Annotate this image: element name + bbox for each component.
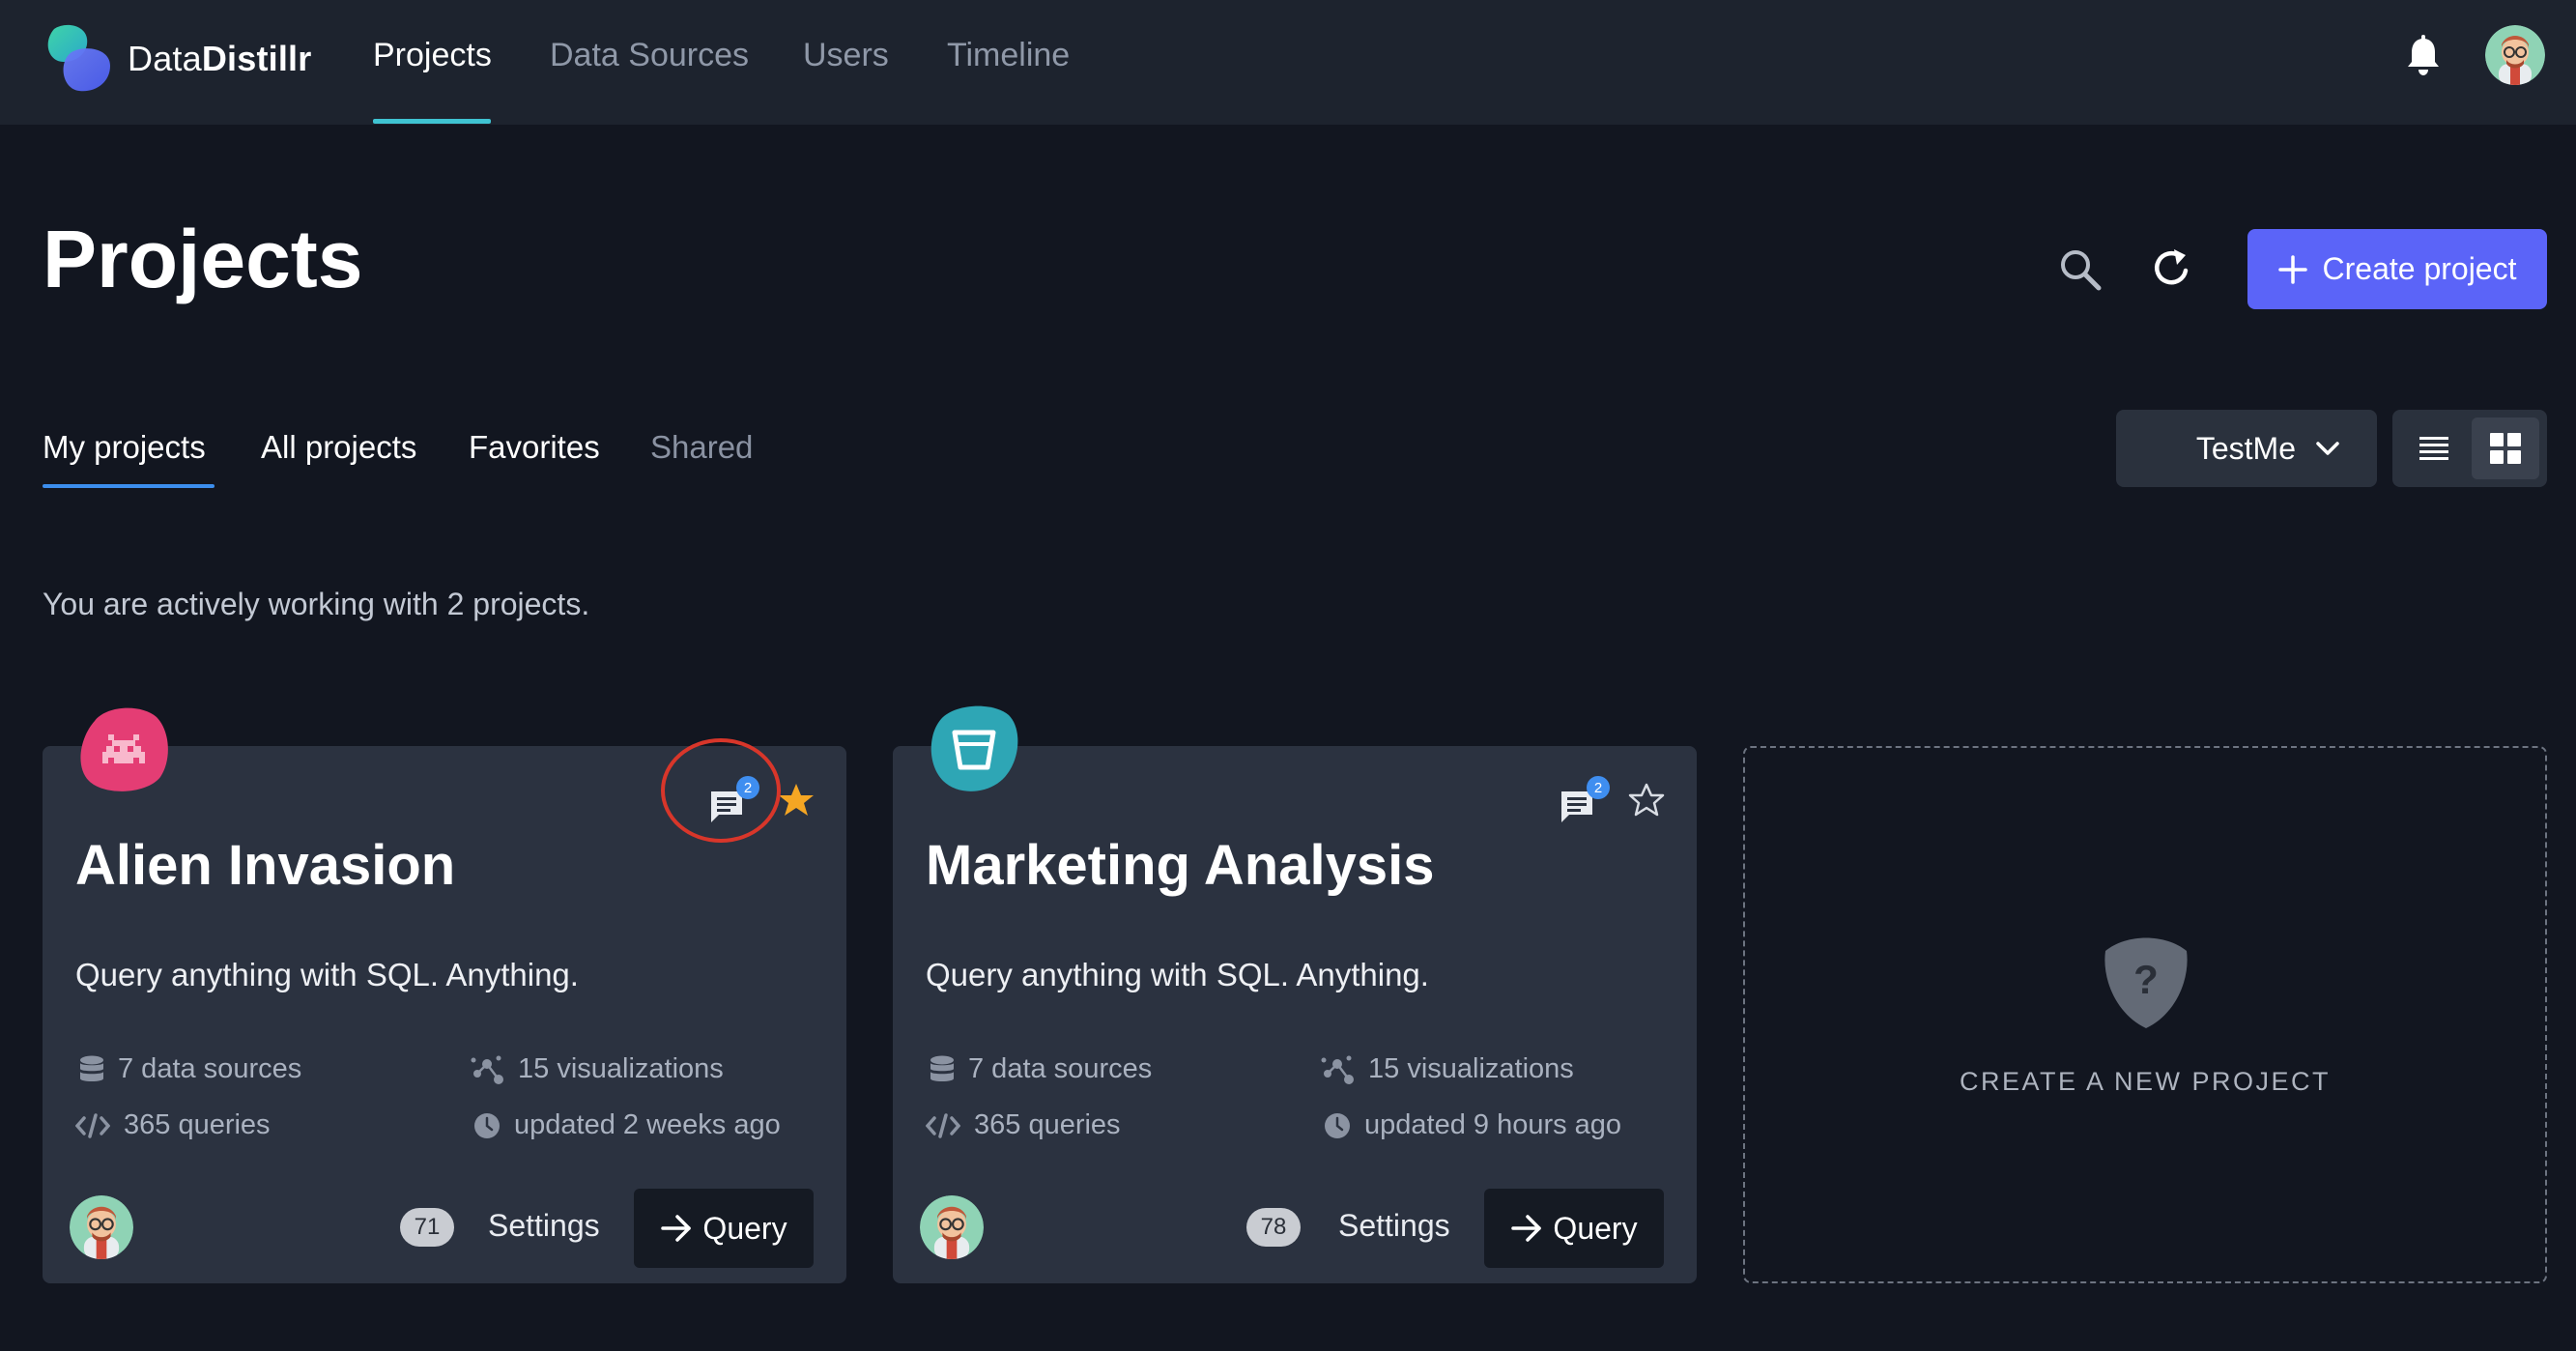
create-project-button[interactable]: Create project xyxy=(2247,229,2547,309)
tab-my-projects[interactable]: My projects xyxy=(43,429,206,466)
question-mark-icon: ? xyxy=(2098,932,2194,1032)
database-icon xyxy=(930,1055,954,1081)
count-badge: 71 xyxy=(400,1208,454,1247)
queries-stat: 365 queries xyxy=(926,1109,1121,1141)
comments-icon[interactable]: 2 xyxy=(707,776,759,826)
projects-summary: You are actively working with 2 projects… xyxy=(43,587,590,621)
queries-stat: 365 queries xyxy=(75,1109,271,1141)
tab-favorites[interactable]: Favorites xyxy=(469,429,600,466)
network-icon xyxy=(471,1055,503,1084)
workspace-select-value: TestMe xyxy=(2195,430,2296,466)
network-icon xyxy=(1321,1055,1354,1084)
nav-timeline[interactable]: Timeline xyxy=(947,37,1070,74)
tab-all-projects[interactable]: All projects xyxy=(261,429,416,466)
chevron-down-icon xyxy=(2316,442,2339,455)
data-sources-stat: 7 data sources xyxy=(930,1053,1152,1085)
updated-stat: updated 9 hours ago xyxy=(1324,1109,1621,1141)
query-button[interactable]: Query xyxy=(634,1189,814,1268)
workspace-select[interactable]: TestMe xyxy=(2116,410,2377,487)
settings-link[interactable]: Settings xyxy=(1338,1208,1450,1244)
brand-prefix: Data xyxy=(128,39,202,78)
arrow-right-icon xyxy=(1511,1215,1542,1242)
plus-icon xyxy=(2277,254,2307,284)
updated-text: updated 2 weeks ago xyxy=(514,1109,781,1140)
data-sources-text: 7 data sources xyxy=(968,1053,1153,1084)
query-button[interactable]: Query xyxy=(1484,1189,1664,1268)
nav-users[interactable]: Users xyxy=(803,37,889,74)
alien-icon xyxy=(75,700,172,796)
comments-icon[interactable]: 2 xyxy=(1558,776,1610,826)
visualizations-stat: 15 visualizations xyxy=(470,1053,724,1085)
code-icon xyxy=(75,1112,110,1138)
settings-link[interactable]: Settings xyxy=(488,1208,600,1244)
code-icon xyxy=(926,1112,960,1138)
data-sources-text: 7 data sources xyxy=(118,1053,302,1084)
project-card: 2 Alien Invasion Query anything with SQL… xyxy=(43,707,846,1283)
brand-bold: Distillr xyxy=(201,39,312,78)
query-button-label: Query xyxy=(1553,1210,1638,1246)
comments-count-badge: 2 xyxy=(1587,776,1610,799)
project-description: Query anything with SQL. Anything. xyxy=(926,957,1429,992)
data-sources-stat: 7 data sources xyxy=(79,1053,301,1085)
list-view-icon[interactable] xyxy=(2402,419,2466,477)
database-icon xyxy=(80,1055,103,1081)
query-button-label: Query xyxy=(702,1210,787,1246)
project-title[interactable]: Alien Invasion xyxy=(75,833,455,898)
page-title: Projects xyxy=(43,214,363,304)
project-card: 2 Marketing Analysis Query anything with… xyxy=(893,705,1697,1283)
refresh-icon[interactable] xyxy=(2151,245,2193,290)
arrow-right-icon xyxy=(661,1215,692,1242)
owner-avatar[interactable] xyxy=(920,1195,984,1259)
visualizations-stat: 15 visualizations xyxy=(1320,1053,1574,1085)
count-badge: 78 xyxy=(1246,1208,1301,1247)
visualizations-text: 15 visualizations xyxy=(1368,1053,1574,1084)
create-new-project-card[interactable]: ? CREATE A NEW PROJECT xyxy=(1743,746,2547,1283)
project-title[interactable]: Marketing Analysis xyxy=(926,833,1434,898)
tab-shared[interactable]: Shared xyxy=(650,429,753,466)
nav-data-sources[interactable]: Data Sources xyxy=(550,37,749,74)
updated-stat: updated 2 weeks ago xyxy=(473,1109,781,1141)
updated-text: updated 9 hours ago xyxy=(1364,1109,1622,1140)
top-navigation: DataDistillr Projects Data Sources Users… xyxy=(0,0,2576,125)
star-filled-icon[interactable] xyxy=(777,781,816,819)
view-toggle xyxy=(2392,410,2547,487)
grid-view-icon[interactable] xyxy=(2472,417,2539,479)
nav-active-indicator xyxy=(373,119,491,124)
tab-active-indicator xyxy=(43,484,215,488)
clock-icon xyxy=(474,1112,500,1138)
svg-text:?: ? xyxy=(2133,957,2159,1002)
nav-projects[interactable]: Projects xyxy=(373,37,492,74)
user-avatar[interactable] xyxy=(2485,25,2545,85)
brand-name[interactable]: DataDistillr xyxy=(128,39,311,79)
comments-count-badge: 2 xyxy=(736,776,759,799)
bell-icon[interactable] xyxy=(2404,35,2443,77)
bucket-icon xyxy=(926,700,1022,796)
project-description: Query anything with SQL. Anything. xyxy=(75,957,579,992)
search-icon[interactable] xyxy=(2058,247,2103,292)
datadistillr-logo-icon[interactable] xyxy=(43,23,114,95)
create-project-label: Create project xyxy=(2322,251,2517,286)
visualizations-text: 15 visualizations xyxy=(518,1053,724,1084)
create-new-project-label: CREATE A NEW PROJECT xyxy=(1959,1067,2332,1096)
queries-text: 365 queries xyxy=(124,1109,271,1140)
owner-avatar[interactable] xyxy=(70,1195,133,1259)
star-outline-icon[interactable] xyxy=(1627,781,1666,819)
queries-text: 365 queries xyxy=(974,1109,1121,1140)
clock-icon xyxy=(1325,1112,1350,1138)
